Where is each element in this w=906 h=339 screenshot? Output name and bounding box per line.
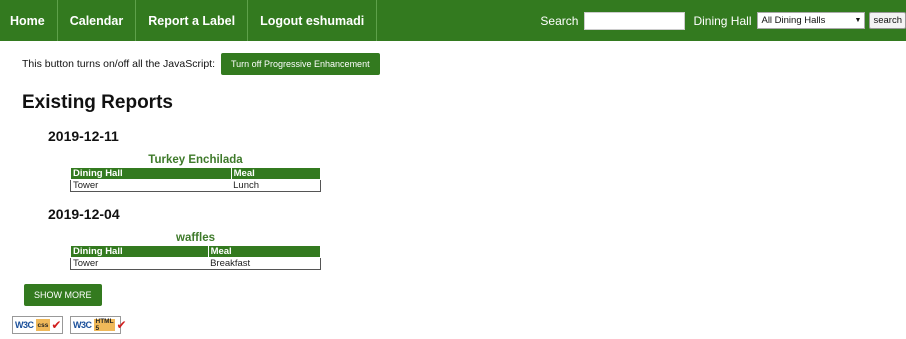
table-header-row: Dining Hall Meal	[70, 245, 322, 258]
w3c-logo-text: W3C	[73, 320, 92, 330]
pe-row: This button turns on/off all the JavaScr…	[22, 53, 906, 75]
nav-home-link[interactable]: Home	[0, 0, 58, 41]
toggle-pe-button[interactable]: Turn off Progressive Enhancement	[221, 53, 380, 75]
w3c-css-badge[interactable]: W3C css ✔	[12, 316, 63, 334]
nav-calendar-link[interactable]: Calendar	[58, 0, 137, 41]
dining-hall-cell: Tower	[73, 258, 99, 269]
meal-cell: Lunch	[233, 180, 260, 191]
meal-header: Meal	[230, 167, 322, 180]
validator-badges: W3C css ✔ W3C HTML 5 ✔	[12, 316, 906, 334]
checkmark-icon: ✔	[51, 318, 62, 332]
show-more-button[interactable]: SHOW MORE	[24, 284, 102, 306]
top-nav: Home Calendar Report a Label Logout eshu…	[0, 0, 906, 41]
dining-hall-select[interactable]: All Dining Halls ▼	[757, 12, 866, 29]
report-group: 2019-12-04 waffles Dining Hall Meal Towe…	[0, 206, 906, 270]
meal-cell: Breakfast	[210, 258, 251, 269]
report-date: 2019-12-11	[48, 128, 119, 144]
dining-hall-header: Dining Hall	[70, 245, 209, 258]
w3c-html5-badge[interactable]: W3C HTML 5 ✔	[70, 316, 127, 334]
food-name: Turkey Enchilada	[148, 154, 243, 166]
nav-search-form: Search Dining Hall All Dining Halls ▼ se…	[540, 0, 906, 41]
nav-report-label-link[interactable]: Report a Label	[136, 0, 249, 41]
report-card: Turkey Enchilada Dining Hall Meal Tower …	[70, 154, 322, 192]
page-title: Existing Reports	[22, 92, 173, 113]
report-group: 2019-12-11 Turkey Enchilada Dining Hall …	[0, 128, 906, 192]
dining-hall-cell: Tower	[73, 180, 99, 191]
badge-kind: HTML 5	[93, 318, 116, 332]
checkmark-icon: ✔	[116, 318, 127, 332]
food-name: waffles	[176, 232, 215, 244]
search-button[interactable]: search	[869, 12, 906, 29]
search-input[interactable]	[584, 11, 686, 30]
dining-hall-selected: All Dining Halls	[761, 15, 826, 26]
report-table: Dining Hall Meal Tower Breakfast	[70, 245, 322, 270]
table-row: Tower Lunch	[71, 180, 321, 192]
pe-description: This button turns on/off all the JavaScr…	[22, 58, 215, 70]
nav-logout-link[interactable]: Logout eshumadi	[248, 0, 378, 41]
table-row: Tower Breakfast	[71, 258, 321, 270]
report-table: Dining Hall Meal Tower Lunch	[70, 167, 322, 192]
search-label: Search	[540, 13, 579, 28]
table-header-row: Dining Hall Meal	[70, 167, 322, 180]
chevron-down-icon: ▼	[854, 17, 862, 24]
report-date: 2019-12-04	[48, 206, 120, 222]
meal-header: Meal	[207, 245, 322, 258]
dining-hall-label: Dining Hall	[693, 13, 752, 28]
dining-hall-header: Dining Hall	[70, 167, 232, 180]
badge-kind: css	[35, 319, 51, 331]
w3c-logo-text: W3C	[15, 320, 34, 330]
report-card: waffles Dining Hall Meal Tower Breakfast	[70, 232, 322, 270]
